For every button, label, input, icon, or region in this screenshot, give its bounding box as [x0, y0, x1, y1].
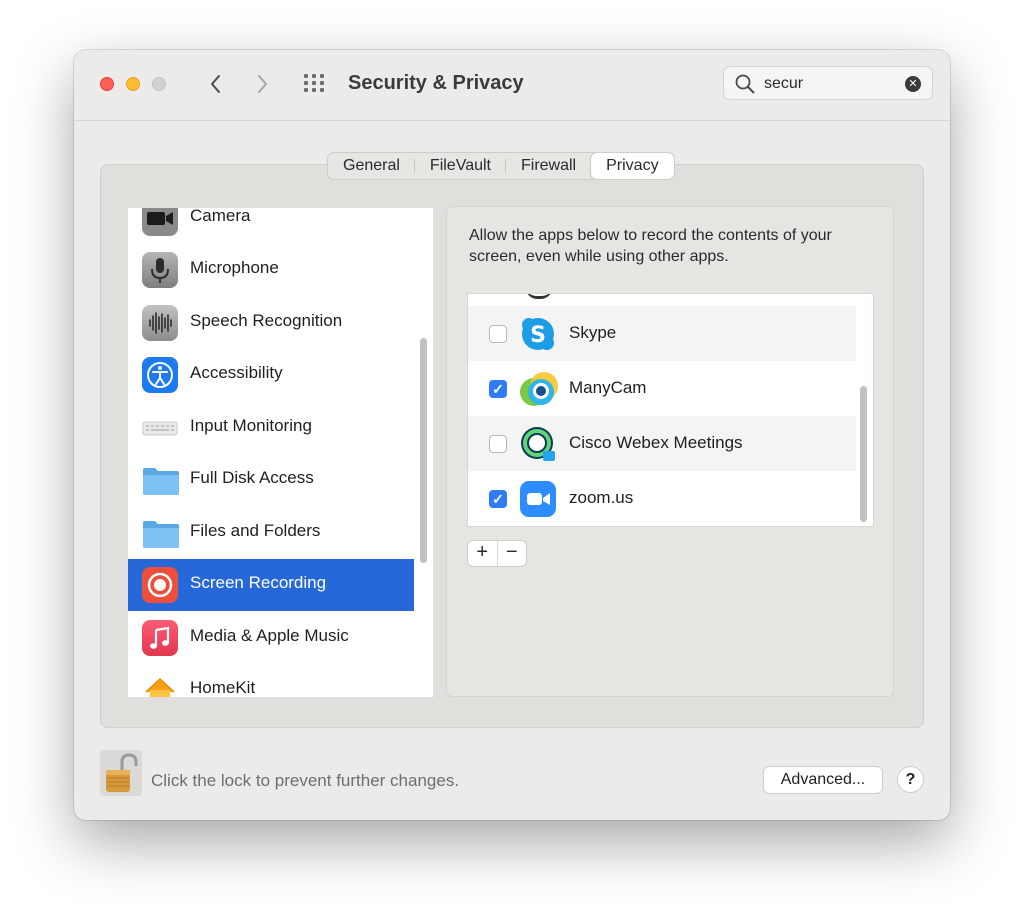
lock-message: Click the lock to prevent further change… — [151, 771, 460, 790]
waveform-icon — [142, 305, 178, 341]
forward-button[interactable] — [250, 70, 274, 98]
sidebar-item-full-disk-access[interactable]: Full Disk Access — [128, 454, 414, 506]
sidebar-item-camera[interactable]: Camera — [128, 208, 414, 244]
app-name: Cisco Webex Meetings — [569, 433, 743, 452]
skype-icon: S — [519, 315, 557, 353]
sidebar-item-label: Camera — [190, 208, 251, 225]
panel-description: Allow the apps below to record the conte… — [469, 227, 832, 265]
app-name: Skype — [569, 323, 617, 342]
app-name: zoom.us — [569, 488, 634, 507]
back-button[interactable] — [204, 70, 228, 98]
microphone-icon — [142, 252, 178, 288]
sidebar-item-media-apple-music[interactable]: Media & Apple Music — [128, 612, 414, 664]
remove-app-button[interactable]: − — [498, 541, 527, 566]
sidebar-item-label: Accessibility — [190, 363, 283, 382]
sidebar-item-label: Full Disk Access — [190, 468, 314, 487]
tab-general[interactable]: General — [328, 153, 415, 179]
manycam-icon — [519, 370, 558, 408]
skype-checkbox[interactable] — [489, 325, 507, 343]
folder-icon — [142, 515, 179, 551]
accessibility-icon — [142, 357, 178, 393]
title-bar: Security & Privacy secur ✕ — [74, 50, 950, 121]
tab-filevault[interactable]: FileVault — [415, 153, 507, 179]
advanced-button[interactable]: Advanced... — [763, 766, 883, 794]
list-item-manycam[interactable]: ✓ ManyCam — [468, 361, 856, 416]
clear-search-icon[interactable]: ✕ — [905, 76, 921, 92]
window-title: Security & Privacy — [348, 72, 524, 94]
tab-privacy[interactable]: Privacy — [591, 153, 674, 179]
sidebar-item-homekit[interactable]: HomeKit — [128, 664, 414, 697]
zoom-checkbox[interactable]: ✓ — [489, 490, 507, 508]
chevron-left-icon — [211, 75, 220, 93]
list-item-skype[interactable]: S Skype — [468, 306, 856, 361]
sidebar-scrollbar[interactable] — [420, 338, 427, 563]
sidebar-item-microphone[interactable]: Microphone — [128, 244, 414, 296]
app-list-scrollbar[interactable] — [860, 386, 867, 522]
search-input[interactable]: secur — [764, 75, 803, 93]
webex-icon — [519, 425, 557, 463]
sidebar-item-screen-recording[interactable]: Screen Recording — [128, 559, 414, 611]
sidebar-item-label: Speech Recognition — [190, 311, 343, 330]
app-list[interactable]: S Skype ✓ ManyCam Cisco Webex Meetings ✓… — [467, 293, 874, 527]
sidebar-item-speech-recognition[interactable]: Speech Recognition — [128, 297, 414, 349]
svg-text:S: S — [530, 323, 546, 348]
sidebar-item-label: Microphone — [190, 258, 279, 277]
lock-icon[interactable] — [100, 750, 142, 796]
preferences-window: Security & Privacy secur ✕ General FileV… — [74, 50, 950, 820]
sidebar-item-label: Media & Apple Music — [190, 626, 349, 645]
keyboard-icon — [142, 410, 178, 446]
close-button[interactable] — [100, 77, 114, 91]
sidebar-item-files-and-folders[interactable]: Files and Folders — [128, 507, 414, 559]
zoom-icon — [519, 480, 557, 518]
chevron-right-icon — [258, 75, 267, 93]
manycam-checkbox[interactable]: ✓ — [489, 380, 507, 398]
minimize-button[interactable] — [126, 77, 140, 91]
search-field[interactable]: secur ✕ — [723, 66, 933, 100]
screen-recording-panel: Allow the apps below to record the conte… — [446, 206, 894, 697]
show-all-grid-icon[interactable] — [304, 74, 328, 94]
music-icon — [142, 620, 178, 656]
search-icon — [735, 74, 755, 94]
home-icon — [142, 672, 178, 697]
partial-app-icon — [526, 294, 552, 299]
sidebar-item-label: Input Monitoring — [190, 416, 312, 435]
app-name: ManyCam — [569, 378, 647, 397]
sidebar-item-label: Files and Folders — [190, 521, 321, 540]
tab-firewall[interactable]: Firewall — [506, 153, 591, 179]
sidebar-item-input-monitoring[interactable]: Input Monitoring — [128, 402, 414, 454]
sidebar-item-label: Screen Recording — [190, 573, 327, 592]
add-app-button[interactable]: + — [468, 541, 498, 566]
camera-icon — [142, 208, 178, 236]
add-remove-control: + − — [467, 540, 527, 567]
list-item-zoom[interactable]: ✓ zoom.us — [468, 471, 856, 526]
tab-bar: General FileVault Firewall Privacy — [327, 152, 675, 180]
privacy-category-list[interactable]: Camera Microphone Speech Recognition Acc… — [128, 208, 433, 697]
list-item-cisco-webex[interactable]: Cisco Webex Meetings — [468, 416, 856, 471]
zoom-button[interactable] — [152, 77, 166, 91]
help-button[interactable]: ? — [897, 766, 924, 793]
screen-recording-icon — [142, 567, 178, 603]
webex-checkbox[interactable] — [489, 435, 507, 453]
folder-icon — [142, 462, 179, 498]
sidebar-item-accessibility[interactable]: Accessibility — [128, 349, 414, 401]
sidebar-item-label: HomeKit — [190, 678, 256, 697]
